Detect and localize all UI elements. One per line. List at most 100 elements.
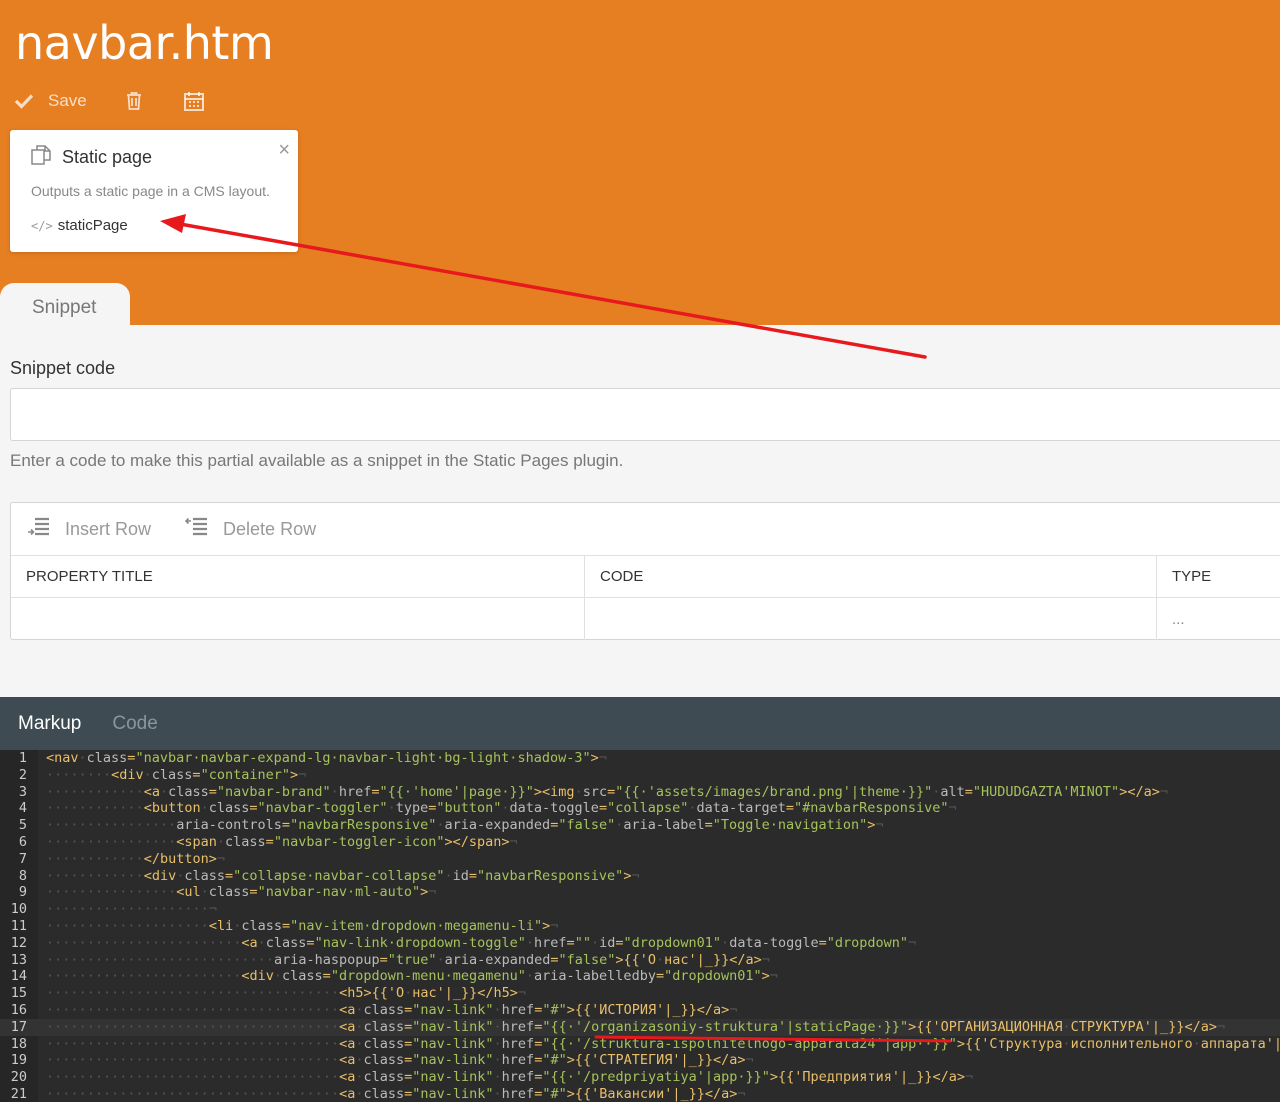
insert-row-label: Insert Row xyxy=(65,518,152,539)
line-number: 14 xyxy=(10,968,27,985)
grid-toolbar: Insert Row Delete Row xyxy=(11,503,1280,556)
code-line[interactable]: 19 ····································<a… xyxy=(0,1052,1280,1069)
code-line[interactable]: 1 <nav·class="navbar·navbar-expand-lg·nav… xyxy=(0,750,1280,767)
line-number: 16 xyxy=(10,1001,27,1018)
code-line-text: ····································<h5>… xyxy=(46,985,527,1002)
tab-snippet[interactable]: Snippet xyxy=(0,283,130,327)
snippet-code-label: Snippet code xyxy=(10,358,116,378)
line-number: 18 xyxy=(10,1035,27,1052)
code-line-text: ················aria-controls="navbarRes… xyxy=(46,817,884,834)
snippet-panel: Snippet code Enter a code to make this p… xyxy=(0,325,1280,697)
editor-tabs: Markup Code xyxy=(0,697,1280,750)
code-line-text: ············</button>¬ xyxy=(46,850,225,867)
column-header-type: TYPE xyxy=(1172,568,1212,585)
tab-markup[interactable]: Markup xyxy=(18,713,81,735)
line-number: 9 xyxy=(18,884,27,901)
tab-snippet-label: Snippet xyxy=(32,297,97,318)
insert-row-button[interactable]: Insert Row xyxy=(27,515,151,544)
delete-row-label: Delete Row xyxy=(223,518,317,539)
line-number: 13 xyxy=(10,951,27,968)
popover-code-text: staticPage xyxy=(57,217,128,234)
code-line[interactable]: 13 ····························aria-haspo… xyxy=(0,952,1280,969)
schedule-button[interactable] xyxy=(183,90,205,112)
code-line[interactable]: 11 ····················<li·class="nav-ite… xyxy=(0,918,1280,935)
code-line[interactable]: 8 ············<div·class="collapse·navbar… xyxy=(0,868,1280,885)
line-number: 19 xyxy=(10,1052,27,1069)
line-number: 20 xyxy=(10,1069,27,1086)
property-title-cell[interactable] xyxy=(11,598,585,640)
popover-title: Static page xyxy=(30,144,152,171)
code-line[interactable]: 3 ············<a·class="navbar-brand"·hre… xyxy=(0,784,1280,801)
line-number: 7 xyxy=(18,850,27,867)
checkmark-icon xyxy=(14,93,34,109)
code-editor-panel: Markup Code 1 <nav·class="navbar·navbar-e… xyxy=(0,697,1280,1102)
tab-code[interactable]: Code xyxy=(112,713,157,735)
code-line-text: ········<div·class="container">¬ xyxy=(46,766,307,783)
code-line[interactable]: 18 ····································<a… xyxy=(0,1036,1280,1053)
code-line-text: ····················¬ xyxy=(46,901,217,918)
code-line[interactable]: 4 ············<button·class="navbar-toggl… xyxy=(0,800,1280,817)
code-line[interactable]: 17 ····································<a… xyxy=(0,1018,1280,1036)
column-header-code: CODE xyxy=(585,556,1157,597)
line-number: 11 xyxy=(10,917,27,934)
code-line[interactable]: 14 ························<div·class="dr… xyxy=(0,968,1280,985)
code-editor[interactable]: 1 <nav·class="navbar·navbar-expand-lg·nav… xyxy=(0,750,1280,1102)
code-line[interactable]: 7 ············</button>¬ xyxy=(0,851,1280,868)
code-line-text: ····································<a·c… xyxy=(46,1052,754,1069)
line-number: 15 xyxy=(10,985,27,1002)
code-line-text: ····································<a·c… xyxy=(46,1069,974,1086)
code-line[interactable]: 10 ····················¬ xyxy=(0,901,1280,918)
line-number: 2 xyxy=(18,766,27,783)
snippet-code-input[interactable] xyxy=(10,388,1280,441)
delete-row-button[interactable]: Delete Row xyxy=(184,515,317,544)
delete-row-icon xyxy=(184,515,223,544)
code-line[interactable]: 2 ········<div·class="container">¬ xyxy=(0,767,1280,784)
popover-title-text: Static page xyxy=(62,147,153,167)
code-line[interactable]: 16 ····································<a… xyxy=(0,1002,1280,1019)
code-line-text: ············<a·class="navbar-brand"·href… xyxy=(46,783,1168,800)
calendar-icon xyxy=(183,90,205,112)
code-line[interactable]: 21 ····································<a… xyxy=(0,1086,1280,1102)
header: navbar.htm Save Static page × Outputs a … xyxy=(0,0,1280,325)
code-line-text: ············<div·class="collapse·navbar-… xyxy=(46,867,640,884)
code-line-text: ····························aria-haspopu… xyxy=(46,951,770,968)
code-line-text: ····································<a·c… xyxy=(46,1085,746,1102)
popover-code: </> staticPage xyxy=(31,217,128,234)
code-line-text: <nav·class="navbar·navbar-expand-lg·navb… xyxy=(46,750,607,766)
code-line[interactable]: 15 ····································<h… xyxy=(0,985,1280,1002)
code-cell[interactable] xyxy=(585,598,1157,640)
line-number: 6 xyxy=(18,833,27,850)
page-title: navbar.htm xyxy=(15,16,274,70)
component-popover[interactable]: Static page × Outputs a static page in a… xyxy=(10,130,298,252)
save-button[interactable]: Save xyxy=(14,91,87,111)
code-line-text: ························<a·class="nav-li… xyxy=(46,934,917,951)
code-line[interactable]: 12 ························<a·class="nav-… xyxy=(0,935,1280,952)
code-line-text: ························<div·class="drop… xyxy=(46,968,778,985)
type-cell[interactable]: ... xyxy=(1157,598,1280,640)
code-line-text: ····································<a·c… xyxy=(46,1035,1280,1052)
line-number: 10 xyxy=(10,901,27,918)
table-row[interactable]: ... xyxy=(11,598,1280,640)
insert-row-icon xyxy=(27,515,65,544)
toolbar: Save xyxy=(14,88,245,114)
line-number: 21 xyxy=(10,1085,27,1102)
line-number: 17 xyxy=(10,1018,27,1035)
code-line-text: ····································<a·c… xyxy=(46,1001,738,1018)
line-number: 8 xyxy=(18,867,27,884)
snippet-help-text: Enter a code to make this partial availa… xyxy=(10,451,624,470)
code-line[interactable]: 20 ····································<a… xyxy=(0,1069,1280,1086)
delete-button[interactable] xyxy=(125,91,143,111)
grid-header: PROPERTY TITLE CODE TYPE xyxy=(11,556,1280,598)
close-icon[interactable]: × xyxy=(278,140,290,160)
code-icon: </> xyxy=(31,218,53,233)
line-number: 3 xyxy=(18,783,27,800)
code-line[interactable]: 9 ················<ul·class="navbar-nav·m… xyxy=(0,884,1280,901)
code-line-text: ····················<li·class="nav-item·… xyxy=(46,917,559,934)
code-line[interactable]: 6 ················<span·class="navbar-tog… xyxy=(0,834,1280,851)
code-line[interactable]: 5 ················aria-controls="navbarRe… xyxy=(0,817,1280,834)
code-line-text: ············<button·class="navbar-toggle… xyxy=(46,800,957,817)
code-line-text: ····································<a·c… xyxy=(46,1018,1226,1035)
save-label: Save xyxy=(48,91,87,110)
line-number: 4 xyxy=(18,800,27,817)
popover-description: Outputs a static page in a CMS layout. xyxy=(31,183,270,199)
